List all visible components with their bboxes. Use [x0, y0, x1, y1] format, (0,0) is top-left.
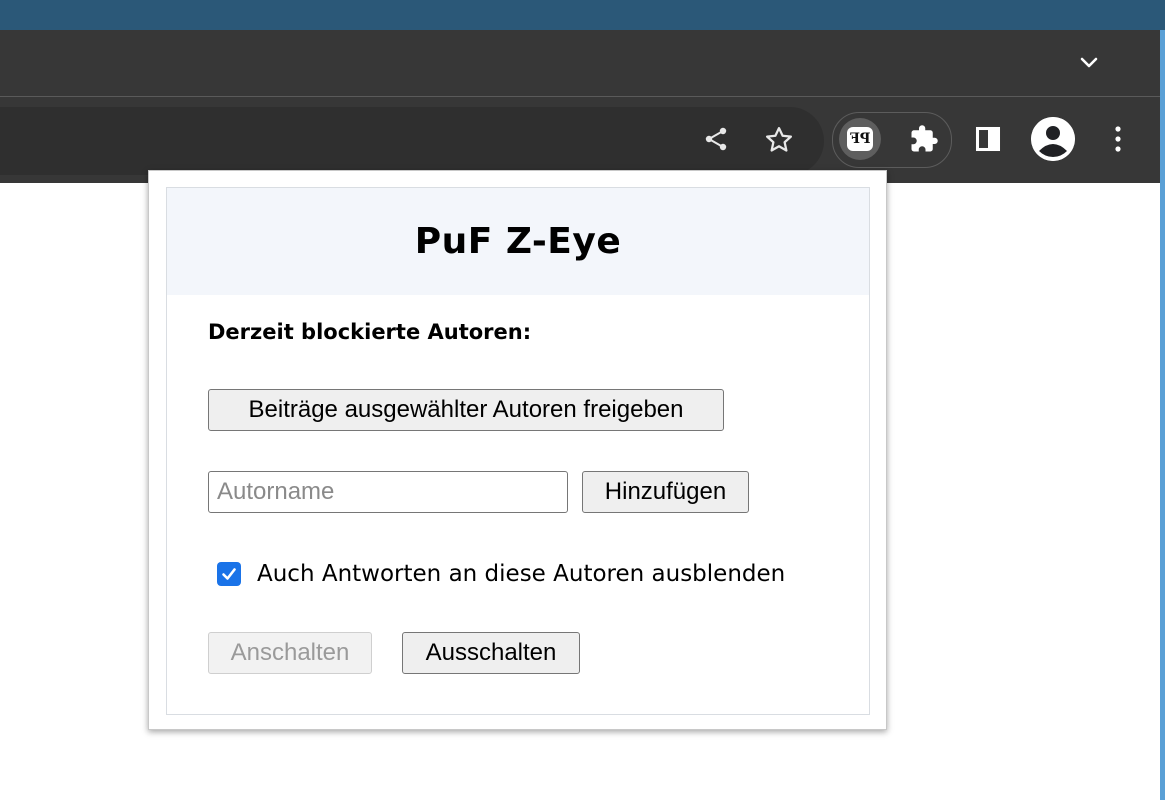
share-icon — [705, 127, 727, 151]
popup-header: PuF Z-Eye — [167, 188, 869, 295]
hide-replies-label: Auch Antworten an diese Autoren ausblend… — [257, 561, 786, 587]
checkmark-icon — [222, 568, 236, 580]
kebab-menu-icon — [1115, 126, 1121, 152]
window-edge — [1160, 30, 1165, 800]
disable-button[interactable]: Ausschalten — [402, 632, 580, 674]
add-author-button[interactable]: Hinzufügen — [582, 471, 749, 513]
avatar-icon — [1031, 117, 1075, 161]
puzzle-icon — [911, 125, 938, 152]
hide-replies-checkbox[interactable] — [217, 562, 241, 586]
enable-button[interactable]: Anschalten — [208, 632, 372, 674]
extensions-button[interactable] — [904, 119, 944, 159]
popup-card: PuF Z-Eye Derzeit blockierte Autoren: Be… — [166, 187, 870, 715]
side-panel-icon — [975, 126, 1001, 152]
browser-menu-button[interactable] — [1098, 119, 1138, 159]
side-panel-button[interactable] — [968, 119, 1008, 159]
share-button[interactable] — [696, 119, 736, 159]
hide-replies-option[interactable]: Auch Antworten an diese Autoren ausblend… — [217, 561, 785, 587]
star-icon — [766, 127, 792, 152]
author-name-input[interactable] — [208, 471, 568, 513]
bookmark-button[interactable] — [758, 119, 800, 161]
desktop-background — [0, 0, 1165, 30]
popup-title: PuF Z-Eye — [414, 221, 622, 262]
pf-badge-text: PF — [849, 131, 871, 147]
release-authors-button[interactable]: Beiträge ausgewählter Autoren freigeben — [208, 389, 724, 431]
pf-extension-icon: PF — [847, 127, 873, 151]
pf-extension-button[interactable]: PF — [839, 118, 881, 160]
blocked-authors-label: Derzeit blockierte Autoren: — [208, 320, 532, 344]
chevron-down-icon — [1080, 57, 1098, 68]
profile-button[interactable] — [1031, 117, 1075, 161]
tab-search-button[interactable] — [1072, 46, 1106, 80]
extension-popup: PuF Z-Eye Derzeit blockierte Autoren: Be… — [148, 170, 887, 730]
tab-strip — [0, 30, 1160, 97]
